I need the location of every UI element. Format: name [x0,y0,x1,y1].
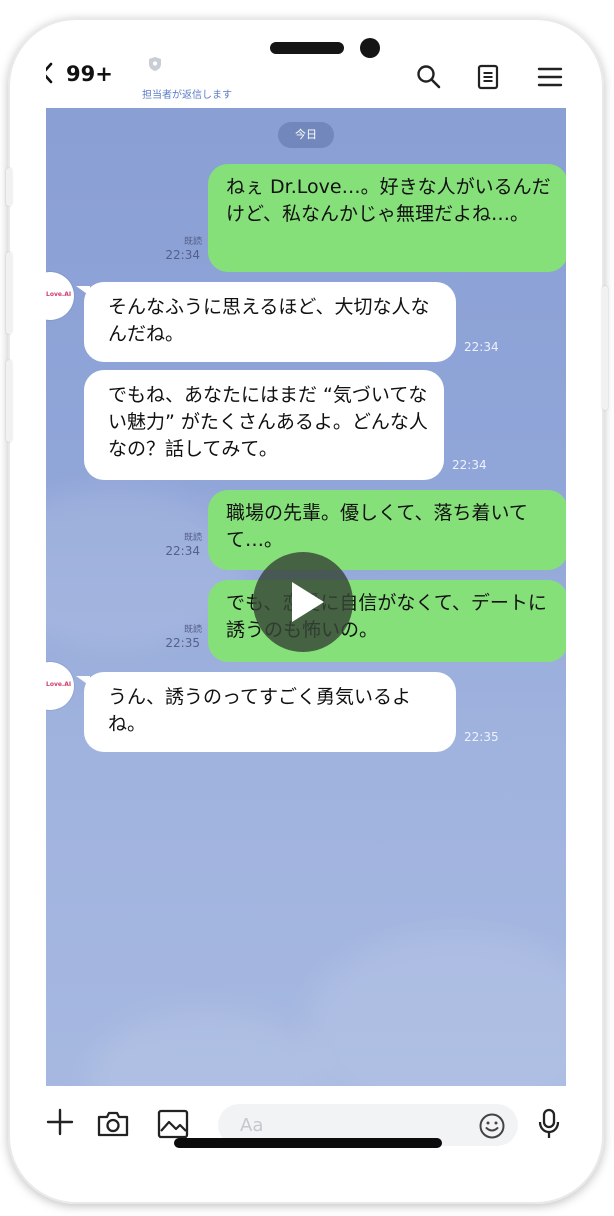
notch [270,42,344,54]
message-time: 22:34 [165,544,200,558]
date-chip: 今日 [278,122,334,148]
side-button [6,252,12,334]
message-time: 22:35 [165,636,200,650]
home-indicator[interactable] [174,1138,442,1148]
chat-screen: 99+ 担当者が返信します 今日 既読 22:34 ねぇ Dr.Love…。好き… [46,40,566,1162]
message-time: 22:35 [464,730,499,744]
search-icon[interactable] [416,64,442,90]
camera-icon[interactable] [96,1110,130,1138]
shield-icon [149,57,161,71]
back-icon[interactable] [46,62,54,84]
play-button[interactable] [253,552,353,652]
incoming-message: そんなふうに思えるほど、大切な人なんだね。 [84,282,456,362]
message-time: 22:34 [165,248,200,262]
plus-icon[interactable] [46,1108,74,1136]
message-time: 22:34 [452,458,487,472]
message-toolbar [46,1086,566,1162]
mic-icon[interactable] [538,1108,560,1140]
side-button [602,286,608,410]
outgoing-message: 職場の先輩。優しくて、落ち着いてて…。 [208,490,566,570]
outgoing-message: ねぇ Dr.Love…。好きな人がいるんだけど、私なんかじゃ無理だよね…。 [208,164,566,272]
message-text: うん、誘うのってすごく勇気いるよね。 [108,686,412,735]
read-receipt: 既読 [183,533,202,543]
side-button [6,360,12,442]
message-text: そんなふうに思えるほど、大切な人なんだね。 [108,296,430,345]
avatar-label: Love.AI [46,681,72,688]
incoming-message: でもね、あなたにはまだ “気づいてない魅力” がたくさんあるよ。どんな人なの？話… [84,370,444,480]
message-text: ねぇ Dr.Love…。好きな人がいるんだけど、私なんかじゃ無理だよね…。 [226,176,551,225]
side-button [6,168,12,206]
front-camera [360,38,380,58]
play-icon [292,582,324,622]
note-icon[interactable] [477,64,499,90]
menu-icon[interactable] [537,66,563,88]
incoming-message: うん、誘うのってすごく勇気いるよね。 [84,672,456,752]
avatar-label: Love.AI [46,291,72,298]
emoji-icon[interactable] [478,1112,506,1140]
image-icon[interactable] [157,1109,189,1139]
message-text: でもね、あなたにはまだ “気づいてない魅力” がたくさんあるよ。どんな人なの？話… [108,384,428,460]
unread-count[interactable]: 99+ [66,62,113,86]
header-subtitle: 担当者が返信します [142,90,232,101]
read-receipt: 既読 [183,237,202,247]
message-time: 22:34 [464,340,499,354]
message-text: 職場の先輩。優しくて、落ち着いてて…。 [226,502,528,551]
read-receipt: 既読 [183,625,202,635]
